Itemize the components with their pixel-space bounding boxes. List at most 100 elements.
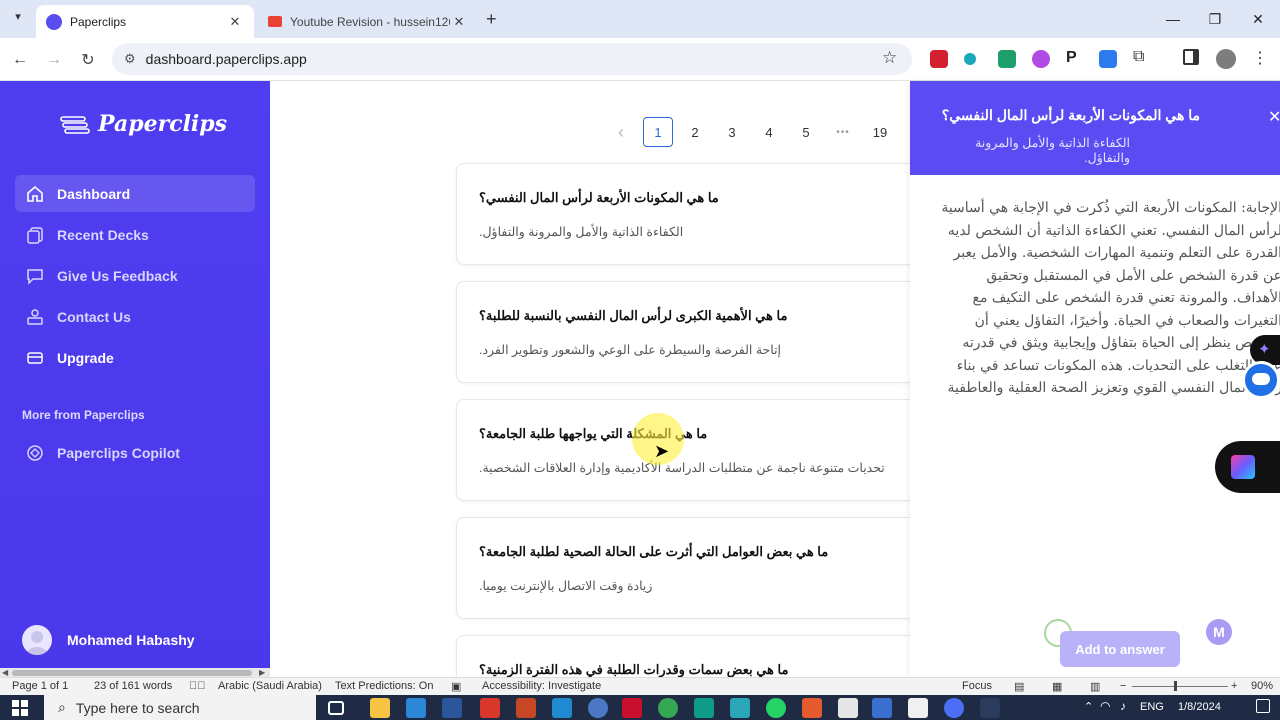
page-button-3[interactable]: 3 (717, 117, 747, 147)
network-icon[interactable]: ◠ (1100, 699, 1110, 713)
focus-mode[interactable]: Focus (962, 680, 992, 692)
word-count[interactable]: 23 of 161 words (94, 680, 172, 692)
taskbar-search-input[interactable]: ⌕ Type here to search (44, 695, 316, 720)
back-arrow-icon[interactable]: ← (6, 46, 34, 74)
input-language[interactable]: ENG (1140, 701, 1164, 713)
vscode-icon[interactable] (552, 698, 572, 718)
app-teal-icon[interactable] (730, 698, 750, 718)
extension-green-icon[interactable] (998, 50, 1016, 68)
app-r-icon[interactable] (588, 698, 608, 718)
task-view-icon[interactable] (328, 701, 344, 715)
accessibility-status[interactable]: Accessibility: Investigate (482, 680, 601, 692)
window-close-icon[interactable]: ✕ (1235, 0, 1280, 38)
windows-start-icon[interactable] (12, 700, 28, 716)
app-red-icon[interactable] (622, 698, 642, 718)
zoom-in-icon[interactable]: + (1231, 680, 1237, 692)
browser-menu-icon[interactable]: ⋮ (1252, 48, 1268, 68)
scrollbar-thumb[interactable] (12, 670, 252, 676)
sidebar-item-feedback[interactable]: Give Us Feedback (15, 257, 255, 294)
profile-avatar-icon[interactable] (1216, 49, 1236, 69)
chatbot-icon[interactable] (1242, 361, 1280, 399)
restore-icon[interactable]: ❐ (1192, 0, 1238, 38)
bookmark-star-icon[interactable]: ☆ (882, 48, 897, 68)
acrobat-icon[interactable] (480, 698, 500, 718)
tab-search-button[interactable]: ▾ (8, 10, 28, 30)
site-info-icon[interactable]: ⚙ (124, 51, 136, 67)
add-to-answer-button[interactable]: Add to answer (1060, 631, 1180, 667)
app-v-icon[interactable] (944, 698, 964, 718)
flashcard[interactable]: ما هي المكونات الأربعة لرأس المال النفسي… (456, 163, 910, 265)
gmail-favicon-icon (268, 16, 282, 27)
app-white-icon[interactable] (838, 698, 858, 718)
whatsapp-icon[interactable] (766, 698, 786, 718)
tab-youtube-revision[interactable]: Youtube Revision - hussein1263 ✕ (258, 5, 478, 38)
flashcard[interactable]: ما هي بعض العوامل التي أثرت على الحالة ا… (456, 517, 910, 619)
language-indicator[interactable]: Arabic (Saudi Arabia) (218, 680, 322, 692)
sidebar-item-dashboard[interactable]: Dashboard (15, 175, 255, 212)
web-layout-icon[interactable]: ▥ (1090, 680, 1100, 693)
read-mode-icon[interactable]: ▤ (1014, 680, 1024, 693)
page-button-last[interactable]: 19 (865, 117, 895, 147)
extension-flower-icon[interactable] (1032, 50, 1050, 68)
app-active-icon[interactable] (872, 698, 892, 718)
scroll-left-icon[interactable]: ◀ (2, 668, 8, 677)
address-toolbar: ← → ↻ ⚙ dashboard.paperclips.app ☆ P ⧉ ⋮ (0, 38, 1280, 81)
zoom-slider[interactable] (1132, 686, 1228, 687)
zoom-level[interactable]: 90% (1251, 680, 1273, 692)
extension-circle-icon[interactable] (964, 53, 976, 65)
sidebar-item-recent-decks[interactable]: Recent Decks (15, 216, 255, 253)
page-button-1[interactable]: 1 (643, 117, 673, 147)
copilot-icon (25, 443, 45, 463)
extension-blue-icon[interactable] (1099, 50, 1117, 68)
macro-icon[interactable]: ▣ (451, 680, 461, 693)
text-predictions[interactable]: Text Predictions: On (335, 680, 433, 692)
sidebar-item-upgrade[interactable]: Upgrade (15, 339, 255, 376)
prev-page-button[interactable]: ‹ (606, 117, 636, 147)
print-layout-icon[interactable]: ▦ (1052, 680, 1062, 693)
tray-expand-icon[interactable]: ⌃ (1084, 700, 1093, 713)
zoom-slider-thumb[interactable] (1174, 681, 1177, 691)
extension-wq-icon[interactable] (930, 50, 948, 68)
app-widget-icon[interactable] (980, 698, 1000, 718)
file-explorer-icon[interactable] (370, 698, 390, 718)
app-paint-icon[interactable] (802, 698, 822, 718)
new-tab-button[interactable]: + (486, 9, 497, 30)
flashcard[interactable]: ما هي المشكلة التي يواجهها طلبة الجامعة؟… (456, 399, 910, 501)
page-button-4[interactable]: 4 (754, 117, 784, 147)
notifications-icon[interactable] (1256, 699, 1270, 713)
close-tab-icon[interactable]: ✕ (226, 14, 244, 30)
extensions-puzzle-icon[interactable]: ⧉ (1133, 48, 1144, 66)
chrome-icon[interactable] (658, 698, 678, 718)
m-assistant-button[interactable]: M (1206, 619, 1232, 645)
tab-paperclips[interactable]: Paperclips ✕ (36, 5, 254, 38)
page-count[interactable]: Page 1 of 1 (12, 680, 68, 692)
page-button-5[interactable]: 5 (791, 117, 821, 147)
flashcard[interactable]: ما هي الأهمية الكبرى لرأس المال النفسي ب… (456, 281, 910, 383)
extension-paperclips-icon[interactable]: P (1066, 49, 1077, 67)
mail-icon[interactable] (406, 698, 426, 718)
app-launcher-icon[interactable] (1215, 441, 1280, 493)
powerpoint-icon[interactable] (516, 698, 536, 718)
proofing-icon[interactable]: ✓⃞ (189, 680, 206, 692)
app-grid-icon[interactable] (694, 698, 714, 718)
forward-arrow-icon[interactable]: → (40, 46, 68, 74)
system-clock[interactable]: 1/8/2024 (1178, 696, 1221, 713)
minimize-icon[interactable]: — (1150, 0, 1196, 38)
sidebar-item-contact[interactable]: Contact Us (15, 298, 255, 335)
panel-close-icon[interactable]: ✕ (1268, 107, 1280, 127)
reload-icon[interactable]: ↻ (74, 46, 102, 74)
app-notes-icon[interactable] (908, 698, 928, 718)
zoom-out-icon[interactable]: − (1120, 680, 1126, 692)
word-icon[interactable] (442, 698, 462, 718)
page-button-2[interactable]: 2 (680, 117, 710, 147)
scroll-right-icon[interactable]: ▶ (259, 668, 265, 677)
flashcard[interactable]: ما هي بعض سمات وقدرات الطلبة في هذه الفت… (456, 635, 910, 677)
decks-icon (25, 225, 45, 245)
close-tab-icon[interactable]: ✕ (450, 14, 468, 30)
user-profile[interactable]: Mohamed Habashy (22, 625, 195, 655)
volume-icon[interactable]: ♪ (1120, 699, 1126, 713)
brand-logo[interactable]: Paperclips (60, 111, 227, 137)
url-bar[interactable]: ⚙ dashboard.paperclips.app ☆ (112, 43, 912, 75)
side-panel-icon[interactable] (1183, 49, 1199, 65)
sidebar-item-copilot[interactable]: Paperclips Copilot (15, 434, 255, 471)
